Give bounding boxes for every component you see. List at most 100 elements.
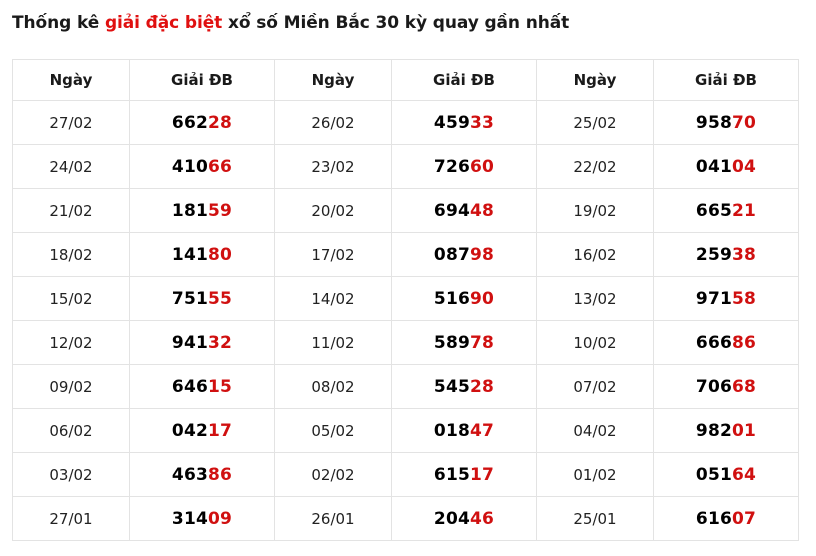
prize-last-two-digits: 60 — [470, 156, 495, 177]
special-prize-number: 51690 — [391, 276, 537, 321]
draw-date: 13/02 — [536, 276, 654, 321]
prize-last-two-digits: 55 — [208, 288, 233, 309]
special-prize-number: 61607 — [653, 496, 799, 541]
title-prefix: Thống kê — [12, 13, 105, 33]
prize-last-two-digits: 46 — [470, 508, 495, 529]
table-row: 09/02 64615 08/02 54528 07/02 70668 — [12, 364, 799, 409]
special-prize-number: 31409 — [129, 496, 275, 541]
prize-last-two-digits: 15 — [208, 376, 233, 397]
special-prize-number: 04217 — [129, 408, 275, 453]
prize-leading-digits: 971 — [695, 288, 733, 309]
prize-last-two-digits: 66 — [208, 156, 233, 177]
prize-leading-digits: 589 — [433, 332, 471, 353]
draw-date: 03/02 — [12, 452, 130, 497]
draw-date: 18/02 — [12, 232, 130, 277]
draw-date: 12/02 — [12, 320, 130, 365]
prize-last-two-digits: 80 — [208, 244, 233, 265]
prize-leading-digits: 665 — [695, 200, 733, 221]
prize-leading-digits: 615 — [433, 464, 471, 485]
special-prize-number: 14180 — [129, 232, 275, 277]
prize-last-two-digits: 70 — [732, 112, 757, 133]
prize-leading-digits: 751 — [171, 288, 209, 309]
draw-date: 06/02 — [12, 408, 130, 453]
prize-leading-digits: 463 — [171, 464, 209, 485]
header-prize: Giải ĐB — [391, 59, 537, 101]
prize-leading-digits: 042 — [171, 420, 209, 441]
prize-leading-digits: 459 — [433, 112, 471, 133]
special-prize-number: 98201 — [653, 408, 799, 453]
prize-leading-digits: 726 — [433, 156, 471, 177]
header-prize: Giải ĐB — [653, 59, 799, 101]
special-prize-number: 18159 — [129, 188, 275, 233]
draw-date: 11/02 — [274, 320, 392, 365]
draw-date: 07/02 — [536, 364, 654, 409]
draw-date: 14/02 — [274, 276, 392, 321]
draw-date: 25/02 — [536, 100, 654, 145]
prize-leading-digits: 259 — [695, 244, 733, 265]
draw-date: 22/02 — [536, 144, 654, 189]
prize-leading-digits: 410 — [171, 156, 209, 177]
special-prize-number: 95870 — [653, 100, 799, 145]
table-row: 15/02 75155 14/02 51690 13/02 97158 — [12, 276, 799, 321]
table-row: 24/02 41066 23/02 72660 22/02 04104 — [12, 144, 799, 189]
table-row: 18/02 14180 17/02 08798 16/02 25938 — [12, 232, 799, 277]
prize-leading-digits: 694 — [433, 200, 471, 221]
prize-last-two-digits: 33 — [470, 112, 495, 133]
draw-date: 26/01 — [274, 496, 392, 541]
special-prize-number: 54528 — [391, 364, 537, 409]
prize-leading-digits: 958 — [695, 112, 733, 133]
prize-leading-digits: 051 — [695, 464, 733, 485]
draw-date: 16/02 — [536, 232, 654, 277]
prize-last-two-digits: 17 — [208, 420, 233, 441]
page-title: Thống kê giải đặc biệt xổ số Miền Bắc 30… — [12, 13, 569, 33]
special-prize-number: 20446 — [391, 496, 537, 541]
prize-leading-digits: 516 — [433, 288, 471, 309]
table-row: 12/02 94132 11/02 58978 10/02 66686 — [12, 320, 799, 365]
special-prize-number: 64615 — [129, 364, 275, 409]
special-prize-number: 04104 — [653, 144, 799, 189]
prize-leading-digits: 204 — [433, 508, 471, 529]
title-highlight: giải đặc biệt — [104, 13, 223, 33]
prize-last-two-digits: 17 — [470, 464, 495, 485]
prize-last-two-digits: 28 — [470, 376, 495, 397]
prize-last-two-digits: 98 — [470, 244, 495, 265]
table-row: 21/02 18159 20/02 69448 19/02 66521 — [12, 188, 799, 233]
table-header-row: Ngày Giải ĐB Ngày Giải ĐB Ngày Giải ĐB — [12, 59, 799, 101]
prize-last-two-digits: 68 — [732, 376, 757, 397]
draw-date: 17/02 — [274, 232, 392, 277]
header-prize: Giải ĐB — [129, 59, 275, 101]
draw-date: 05/02 — [274, 408, 392, 453]
prize-last-two-digits: 48 — [470, 200, 495, 221]
prize-leading-digits: 545 — [433, 376, 471, 397]
prize-last-two-digits: 47 — [470, 420, 495, 441]
table-row: 06/02 04217 05/02 01847 04/02 98201 — [12, 408, 799, 453]
draw-date: 21/02 — [12, 188, 130, 233]
prize-last-two-digits: 64 — [732, 464, 757, 485]
table-row: 27/01 31409 26/01 20446 25/01 61607 — [12, 496, 799, 541]
prize-last-two-digits: 90 — [470, 288, 495, 309]
draw-date: 19/02 — [536, 188, 654, 233]
draw-date: 26/02 — [274, 100, 392, 145]
prize-leading-digits: 616 — [695, 508, 733, 529]
prize-leading-digits: 662 — [171, 112, 209, 133]
draw-date: 27/02 — [12, 100, 130, 145]
table-row: 27/02 66228 26/02 45933 25/02 95870 — [12, 100, 799, 145]
special-prize-number: 46386 — [129, 452, 275, 497]
prize-leading-digits: 314 — [171, 508, 209, 529]
prize-last-two-digits: 01 — [732, 420, 757, 441]
prize-leading-digits: 666 — [695, 332, 733, 353]
prize-last-two-digits: 32 — [208, 332, 233, 353]
draw-date: 02/02 — [274, 452, 392, 497]
special-prize-number: 08798 — [391, 232, 537, 277]
draw-date: 20/02 — [274, 188, 392, 233]
prize-last-two-digits: 38 — [732, 244, 757, 265]
special-prize-number: 70668 — [653, 364, 799, 409]
special-prize-number: 69448 — [391, 188, 537, 233]
special-prize-number: 01847 — [391, 408, 537, 453]
special-prize-number: 41066 — [129, 144, 275, 189]
page: Thống kê giải đặc biệt xổ số Miền Bắc 30… — [0, 0, 816, 556]
prize-leading-digits: 706 — [695, 376, 733, 397]
prize-last-two-digits: 09 — [208, 508, 233, 529]
prize-last-two-digits: 86 — [208, 464, 233, 485]
prize-last-two-digits: 78 — [470, 332, 495, 353]
